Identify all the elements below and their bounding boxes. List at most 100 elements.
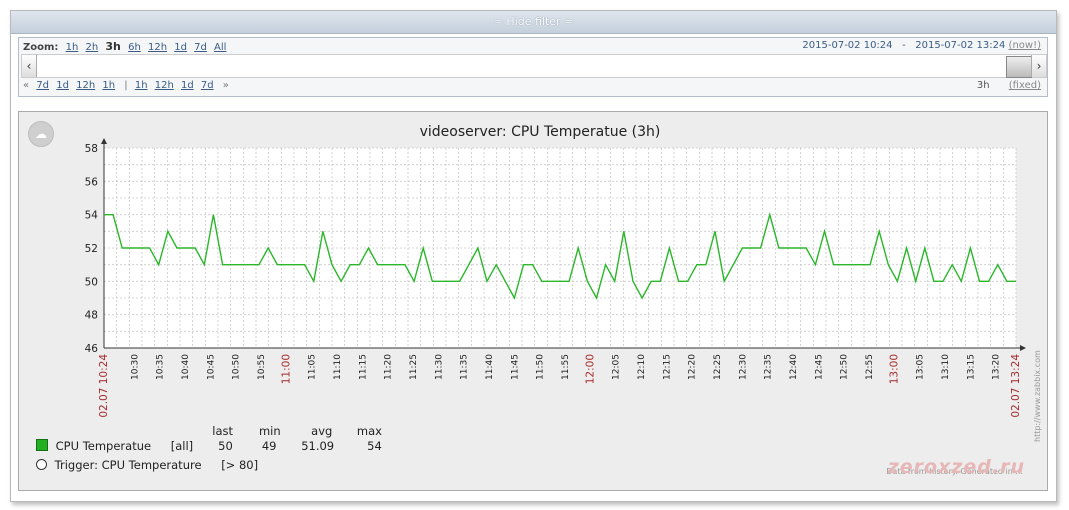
hide-filter-toggle[interactable]: ≈ Hide filter ≈ bbox=[11, 11, 1056, 34]
x-tick-label: 11:15 bbox=[358, 354, 368, 380]
x-tick-label: 11:30 bbox=[434, 354, 444, 380]
x-tick-label: 12:55 bbox=[865, 354, 875, 380]
period-to: 2015-07-02 13:24 bbox=[915, 40, 1006, 51]
x-tick-label: 11:05 bbox=[308, 354, 318, 380]
nav-forward-icon[interactable]: » bbox=[223, 80, 229, 91]
x-tick-label: 12:05 bbox=[612, 354, 622, 380]
x-axis-arrow-icon bbox=[1020, 345, 1026, 351]
scroll-handle[interactable] bbox=[1006, 56, 1032, 78]
x-tick-label: 10:55 bbox=[257, 354, 267, 380]
x-tick-label: 12:30 bbox=[738, 354, 748, 380]
x-tick-label-hour: 11:00 bbox=[280, 354, 292, 384]
legend-series-scope: [all] bbox=[170, 439, 194, 453]
series-color-swatch bbox=[36, 439, 48, 451]
hide-filter-label[interactable]: ≈ Hide filter ≈ bbox=[494, 15, 574, 28]
legend-header-min: min bbox=[258, 424, 281, 438]
x-tick-label: 10:35 bbox=[156, 354, 166, 380]
legend-max: 54 bbox=[367, 439, 382, 453]
x-tick-label: 13:15 bbox=[966, 354, 976, 380]
x-tick-label: 10:45 bbox=[206, 354, 216, 380]
period-length: 3h bbox=[976, 80, 990, 91]
nav-back-12h[interactable]: 12h bbox=[76, 80, 95, 91]
zoom-2h[interactable]: 2h bbox=[86, 42, 99, 53]
x-tick-label: 12:20 bbox=[688, 354, 698, 380]
zoom-label: Zoom: bbox=[23, 42, 59, 53]
x-tick-label: 12:35 bbox=[764, 354, 774, 380]
x-tick-label: 11:50 bbox=[536, 354, 546, 380]
graph-area: ☁ videoserver: CPU Temperatue (3h) 46 48 50… bbox=[18, 111, 1048, 491]
x-tick-label: 11:25 bbox=[409, 354, 419, 380]
y-tick-label: 54 bbox=[85, 210, 99, 222]
x-tick-label-hour: 13:00 bbox=[888, 354, 900, 384]
nav-back-7d[interactable]: 7d bbox=[36, 80, 49, 91]
scroll-right-arrow-icon[interactable]: › bbox=[1031, 55, 1046, 77]
zoom-1d[interactable]: 1d bbox=[174, 42, 187, 53]
x-tick-label: 12:40 bbox=[789, 354, 799, 380]
x-tick-label: 12:50 bbox=[840, 354, 850, 380]
nav-back-1h[interactable]: 1h bbox=[102, 80, 115, 91]
watermark: zeroxzed.ru bbox=[887, 456, 1025, 478]
x-tick-label: 12:10 bbox=[637, 354, 647, 380]
nav-fwd-1h[interactable]: 1h bbox=[135, 80, 148, 91]
nav-back-1d[interactable]: 1d bbox=[56, 80, 69, 91]
zoom-bar: Zoom: 1h 2h 3h 6h 12h 1d 7d All bbox=[23, 40, 226, 53]
legend-min: 49 bbox=[261, 439, 277, 453]
zoom-3h[interactable]: 3h bbox=[105, 40, 121, 53]
period-separator: - bbox=[902, 40, 906, 51]
legend-trigger-row: Trigger: CPU Temperature [> 80] bbox=[36, 458, 258, 472]
fixed-toggle[interactable]: (fixed) bbox=[1009, 80, 1041, 91]
x-tick-label: 12:15 bbox=[662, 354, 672, 380]
legend-header-last: last bbox=[212, 424, 233, 438]
period-from: 2015-07-02 10:24 bbox=[802, 40, 893, 51]
graph-panel: ≈ Hide filter ≈ Zoom: 1h 2h 3h 6h 12h 1d… bbox=[10, 10, 1057, 502]
x-tick-label: 12:25 bbox=[713, 354, 723, 380]
timeline-scrollbar[interactable]: ‹ › bbox=[21, 54, 1047, 78]
nav-fwd-7d[interactable]: 7d bbox=[201, 80, 214, 91]
legend-trigger-label: Trigger: CPU Temperature bbox=[54, 458, 202, 472]
x-tick-label: 13:10 bbox=[941, 354, 951, 380]
period-navigation: « 7d 1d 12h 1h | 1h 12h 1d 7d » bbox=[23, 80, 229, 91]
nav-fwd-1d[interactable]: 1d bbox=[181, 80, 194, 91]
trigger-circle-icon bbox=[36, 459, 47, 470]
legend-series-row: CPU Temperatue [all] 50 49 51.09 54 bbox=[36, 439, 382, 453]
period-range: 2015-07-02 10:24 - 2015-07-02 13:24 (now… bbox=[802, 40, 1041, 51]
y-tick-label: 52 bbox=[85, 243, 98, 255]
legend-series-name: CPU Temperatue bbox=[55, 439, 152, 453]
nav-separator: | bbox=[124, 80, 128, 91]
y-axis-arrow-icon bbox=[101, 138, 107, 144]
legend-avg: 51.09 bbox=[301, 439, 335, 453]
now-link[interactable]: (now!) bbox=[1009, 40, 1041, 51]
legend-last: 50 bbox=[218, 439, 233, 453]
zoom-1h[interactable]: 1h bbox=[66, 42, 79, 53]
x-tick-label: 11:40 bbox=[485, 354, 495, 380]
x-end-label: 02.07 13:24 bbox=[1010, 354, 1022, 418]
x-tick-label: 13:20 bbox=[992, 354, 1002, 380]
legend-header-max: max bbox=[356, 424, 382, 438]
scroll-left-arrow-icon[interactable]: ‹ bbox=[22, 55, 37, 77]
x-start-label: 02.07 10:24 bbox=[98, 354, 110, 418]
x-tick-label: 10:30 bbox=[130, 354, 140, 380]
nav-fwd-12h[interactable]: 12h bbox=[155, 80, 174, 91]
y-tick-label: 48 bbox=[85, 310, 98, 322]
x-tick-label: 10:50 bbox=[232, 354, 242, 380]
zoom-12h[interactable]: 12h bbox=[148, 42, 167, 53]
y-tick-label: 58 bbox=[85, 143, 98, 155]
chart-title: videoserver: CPU Temperatue (3h) bbox=[420, 124, 661, 140]
x-tick-label: 11:45 bbox=[510, 354, 520, 380]
x-tick-label: 11:20 bbox=[384, 354, 394, 380]
legend-trigger-value: [> 80] bbox=[221, 458, 259, 472]
timeline-control: Zoom: 1h 2h 3h 6h 12h 1d 7d All 2015-07-… bbox=[18, 37, 1048, 97]
period-length-box: 3h (fixed) bbox=[977, 80, 1041, 91]
legend-header: last min avg max bbox=[211, 424, 382, 438]
x-tick-label: 10:40 bbox=[181, 354, 191, 380]
nav-back-icon[interactable]: « bbox=[23, 80, 29, 91]
x-tick-label: 12:45 bbox=[814, 354, 824, 380]
x-tick-label: 11:10 bbox=[333, 354, 343, 380]
zoom-7d[interactable]: 7d bbox=[194, 42, 207, 53]
y-tick-label: 50 bbox=[85, 276, 98, 288]
x-tick-label-hour: 12:00 bbox=[584, 354, 596, 384]
y-tick-label: 56 bbox=[85, 176, 99, 188]
legend-header-avg: avg bbox=[311, 424, 333, 438]
zoom-all[interactable]: All bbox=[214, 42, 226, 53]
zoom-6h[interactable]: 6h bbox=[128, 42, 141, 53]
